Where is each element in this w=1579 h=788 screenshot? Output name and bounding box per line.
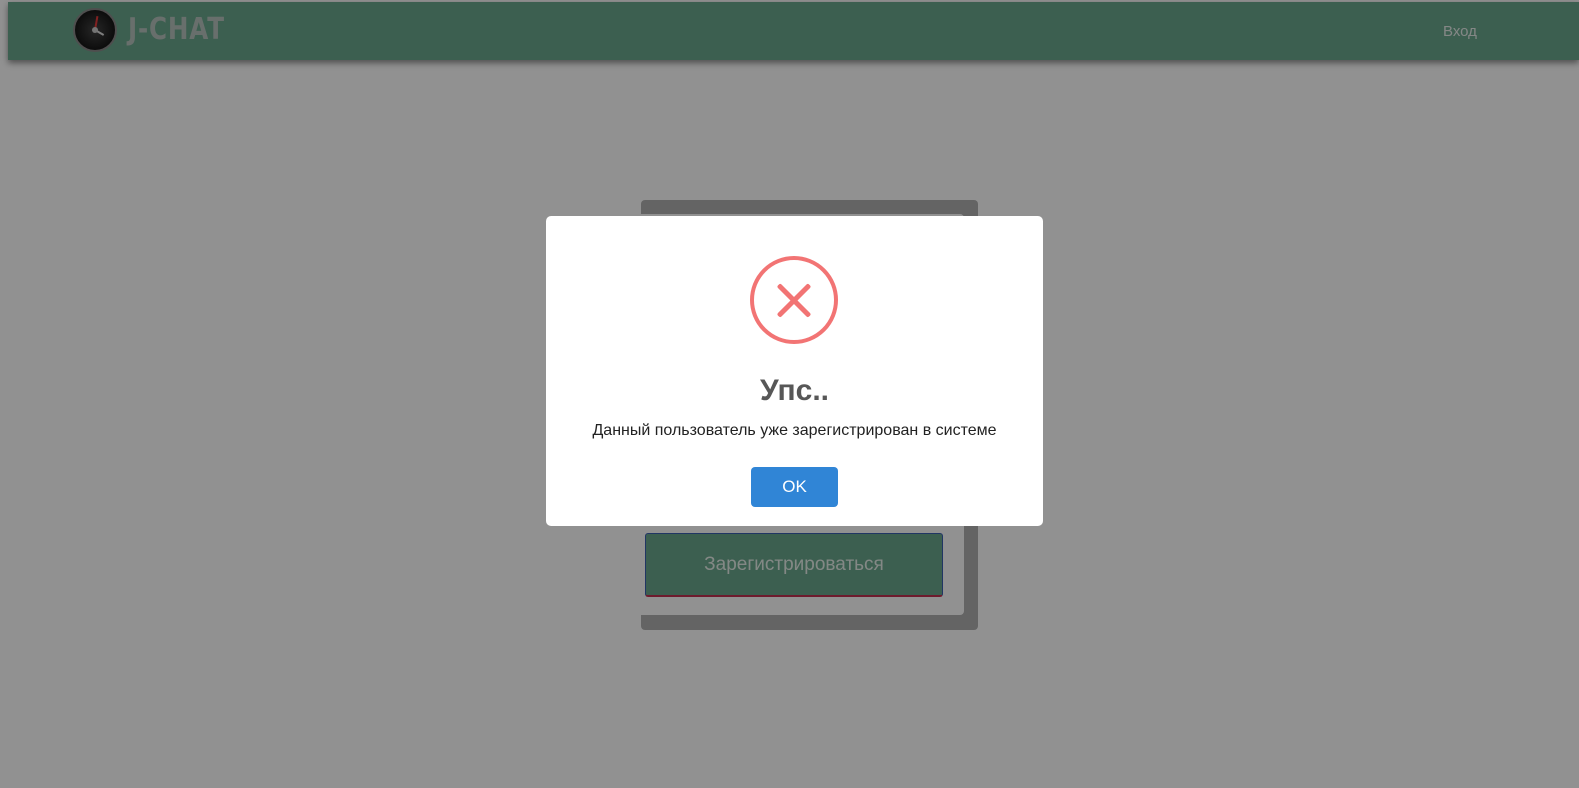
dialog-title: Упс.. [760,374,829,407]
dialog-message: Данный пользователь уже зарегистрирован … [592,422,997,439]
error-x-icon [750,256,838,344]
error-dialog: Упс.. Данный пользователь уже зарегистри… [546,216,1043,526]
ok-button[interactable]: OK [751,467,838,507]
